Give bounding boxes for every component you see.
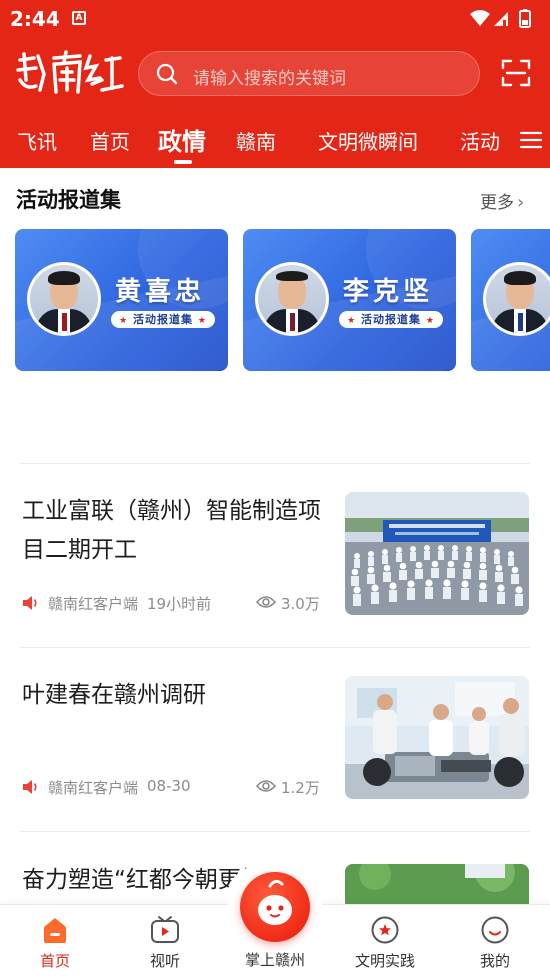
card-badge: ★ 活动报道集 ★ xyxy=(339,311,443,328)
news-thumbnail xyxy=(345,864,529,904)
speaker-icon[interactable] xyxy=(22,779,40,795)
smile-icon xyxy=(481,916,509,944)
speaker-icon[interactable] xyxy=(22,595,40,611)
signal-battery-icon xyxy=(470,9,531,28)
home-icon xyxy=(44,918,66,943)
nav-mine[interactable]: 我的 xyxy=(450,905,540,979)
nav-civilization[interactable]: 文明实践 xyxy=(340,905,430,979)
section-title: 活动报道集 xyxy=(16,188,121,212)
divider xyxy=(20,647,530,648)
activity-card-carousel[interactable]: 黄喜忠 ★ 活动报道集 ★ 李克坚 ★ 活动报道集 ★ xyxy=(0,229,550,371)
divider xyxy=(20,831,530,832)
news-views: 3.0万 xyxy=(281,595,320,613)
tab-gannan[interactable]: 赣南 xyxy=(236,126,276,155)
chevron-right-icon: › xyxy=(517,192,525,213)
tab-zhengqing[interactable]: 政情 xyxy=(158,122,206,157)
avatar xyxy=(483,262,550,336)
news-time: 19小时前 xyxy=(147,595,212,613)
news-item[interactable]: 工业富联（赣州）智能制造项目二期开工 赣南红客户端 19小时前 3.0万 xyxy=(0,492,550,652)
search-input[interactable]: 请输入搜索的关键词 xyxy=(138,51,480,96)
news-thumbnail xyxy=(345,676,529,799)
news-title: 工业富联（赣州）智能制造项目二期开工 xyxy=(22,498,321,563)
app-header: 2:44 A 请输入搜索的关键词 飞讯 首页 政情 赣南 文明微瞬间 活动 xyxy=(0,0,550,168)
tab-activity[interactable]: 活动 xyxy=(460,126,500,155)
news-time: 08-30 xyxy=(147,777,191,795)
news-thumbnail xyxy=(345,492,529,615)
nav-label: 视听 xyxy=(149,952,180,970)
more-link[interactable]: 更多 › xyxy=(480,188,524,213)
nav-video[interactable]: 视听 xyxy=(120,905,210,979)
activity-card[interactable]: 黄喜忠 ★ 活动报道集 ★ xyxy=(15,229,228,371)
nav-home[interactable]: 首页 xyxy=(10,905,100,979)
tv-icon xyxy=(151,916,179,943)
nav-label: 首页 xyxy=(39,952,70,970)
mascot-icon xyxy=(258,879,292,925)
notification-icon: A xyxy=(72,11,86,25)
search-placeholder: 请输入搜索的关键词 xyxy=(193,69,346,89)
news-views: 1.2万 xyxy=(281,779,320,797)
nav-label: 我的 xyxy=(479,952,510,970)
tab-home[interactable]: 首页 xyxy=(90,126,130,155)
news-source: 赣南红客户端 xyxy=(48,779,139,797)
card-badge: ★ 活动报道集 ★ xyxy=(111,311,215,328)
news-meta: 赣南红客户端 19小时前 3.0万 xyxy=(22,593,327,613)
news-title: 叶建春在赣州调研 xyxy=(22,682,206,708)
active-tab-indicator xyxy=(174,160,192,164)
nav-label-center[interactable]: 掌上赣州 xyxy=(230,949,320,970)
eye-icon xyxy=(256,780,276,792)
card-person-name: 黄喜忠 xyxy=(115,277,206,307)
card-person-name: 李克坚 xyxy=(343,277,434,307)
more-label: 更多 xyxy=(480,193,514,213)
app-logo xyxy=(16,50,124,94)
news-source: 赣南红客户端 xyxy=(48,595,139,613)
news-meta: 赣南红客户端 08-30 1.2万 xyxy=(22,777,327,797)
mascot-button[interactable] xyxy=(240,872,310,942)
activity-card[interactable] xyxy=(471,229,550,371)
menu-icon[interactable] xyxy=(520,130,542,150)
channel-tabs: 飞讯 首页 政情 赣南 文明微瞬间 活动 xyxy=(0,118,550,164)
avatar xyxy=(255,262,329,336)
status-time: 2:44 xyxy=(10,7,60,31)
status-bar: 2:44 A xyxy=(0,0,550,36)
avatar xyxy=(27,262,101,336)
scan-icon[interactable] xyxy=(500,57,532,89)
nav-label: 文明实践 xyxy=(354,952,415,970)
news-item[interactable]: 叶建春在赣州调研 赣南红客户端 08-30 1.2万 xyxy=(0,676,550,836)
activity-card[interactable]: 李克坚 ★ 活动报道集 ★ xyxy=(243,229,456,371)
search-icon xyxy=(156,63,178,85)
tab-wenming[interactable]: 文明微瞬间 xyxy=(318,126,418,155)
tab-feixun[interactable]: 飞讯 xyxy=(17,126,57,155)
divider xyxy=(20,463,530,464)
star-badge-icon xyxy=(371,916,399,944)
eye-icon xyxy=(256,596,276,608)
